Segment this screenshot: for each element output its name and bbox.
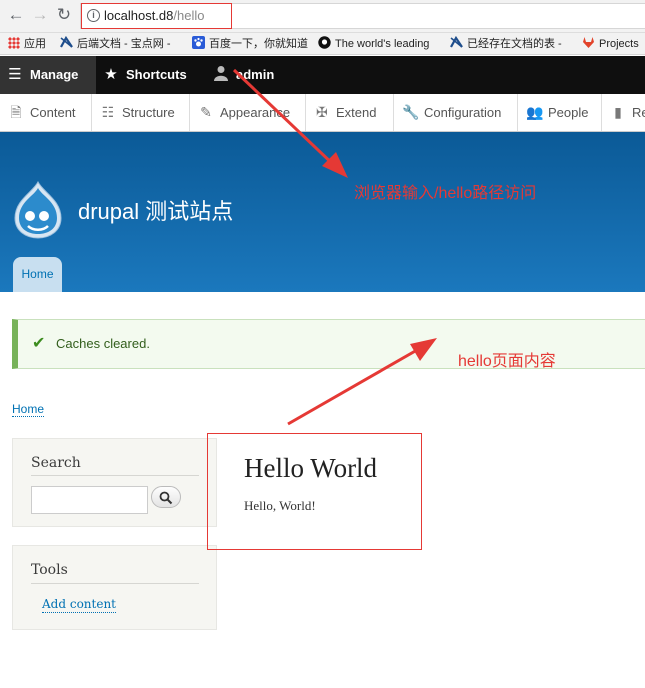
gitlab-icon [583,37,594,48]
annotation-url-note: 浏览器输入/hello路径访问 [354,185,537,202]
hello-content-highlight-box: Hello World Hello, World! [207,433,422,550]
file-icon: 🗎 [10,104,22,120]
bookmark-backend-docs[interactable]: 后端文档 - 宝点网 - [60,36,173,52]
puzzle-icon: ✠ [316,104,328,120]
search-block-title: Search [31,455,81,471]
toolbar-manage[interactable]: ☰ Manage [0,56,96,94]
checkmark-icon: ✔ [32,335,46,352]
bookmarks-bar: 应用 后端文档 - 宝点网 - 百度一下，你就知道 The world's le… [0,33,645,55]
back-arrow-icon[interactable]: ← [6,5,26,25]
tray-item-content[interactable]: 🗎 Content [0,94,92,131]
divider [31,475,199,476]
toolbar-manage-label: Manage [30,67,79,82]
sitemap-icon: ☷ [101,104,115,120]
confluence-icon [450,36,463,48]
add-content-link[interactable]: Add content [42,597,116,613]
bookmark-label: 应用 [24,38,46,50]
bookmark-existing-docs[interactable]: 已经存在文档的表 - [450,36,571,52]
tray-item-appearance[interactable]: ✎ Appearance [190,94,306,131]
bookmark-label: 已经存在文档的表 - [467,38,562,50]
tray-item-label: Structure [122,105,175,120]
tray-item-structure[interactable]: ☷ Structure [92,94,190,131]
confluence-icon [60,36,73,48]
annotation-content-note: hello页面内容 [458,353,556,370]
breadcrumb-home-link[interactable]: Home [12,402,45,417]
github-icon [318,36,331,49]
tray-item-label: Content [30,105,76,120]
url-highlight-box [81,3,232,29]
status-message-text: Caches cleared. [56,336,150,351]
toolbar-shortcuts-label: Shortcuts [126,67,187,82]
bookmark-label: Projects [599,38,639,50]
site-header: drupal 测试站点 Home [0,132,645,292]
tray-item-label: Appearance [220,105,291,120]
bookmark-apps[interactable]: 应用 [8,36,46,52]
tray-item-people[interactable]: 👥 People [518,94,602,131]
tray-item-label: Re [632,105,645,120]
star-icon: ★ [104,66,118,83]
tab-home[interactable]: Home [13,257,62,292]
toolbar-user[interactable]: admin [212,56,274,94]
wrench-icon: 🔧 [402,104,420,120]
bookmark-label: 百度一下，你就知道 [209,38,308,50]
tray-item-configuration[interactable]: 🔧 Configuration [394,94,518,131]
tray-item-extend[interactable]: ✠ Extend [306,94,394,131]
tray-item-label: Extend [336,105,377,120]
user-icon [212,56,230,94]
brush-icon: ✎ [200,104,212,120]
baidu-paw-icon [192,36,205,49]
divider [31,583,199,584]
tray-item-label: People [548,105,589,120]
admin-toolbar: ☰ Manage ★ Shortcuts admin [0,56,645,94]
toolbar-shortcuts[interactable]: ★ Shortcuts [102,56,187,94]
bookmark-label: The world's leading [335,38,430,50]
page-title: Hello World [244,453,378,483]
tray-item-reports[interactable]: ▮ Re [602,94,645,131]
page-body: Hello, World! [244,498,316,513]
tools-block: Tools Add content [12,545,217,630]
search-input[interactable] [31,486,148,514]
admin-toolbar-tray: 🗎 Content ☷ Structure ✎ Appearance ✠ Extend … [0,94,645,132]
drupal-logo-icon[interactable] [13,180,63,240]
bookmark-baidu[interactable]: 百度一下，你就知道 [192,36,313,52]
bar-chart-icon: ▮ [614,104,622,120]
search-block: Search [12,438,217,527]
site-name[interactable]: drupal 测试站点 [78,194,233,226]
reload-icon[interactable]: ↻ [54,5,74,25]
apps-grid-icon [8,37,20,49]
hamburger-menu-icon: ☰ [8,66,22,83]
tray-item-label: Configuration [424,105,502,120]
browser-toolbar: ← → ↻ i localhost.d8/hello [0,0,645,33]
forward-arrow-icon[interactable]: → [30,5,50,25]
bookmark-gitlab-projects[interactable]: Projects [582,36,639,52]
bookmark-label: 后端文档 - 宝点网 - [77,38,171,50]
bookmark-github[interactable]: The world's leading [318,36,436,52]
toolbar-user-label: admin [236,67,275,82]
search-icon [159,491,173,505]
search-button[interactable] [151,486,181,508]
tools-block-title: Tools [31,562,68,578]
people-icon: 👥 [526,104,544,120]
